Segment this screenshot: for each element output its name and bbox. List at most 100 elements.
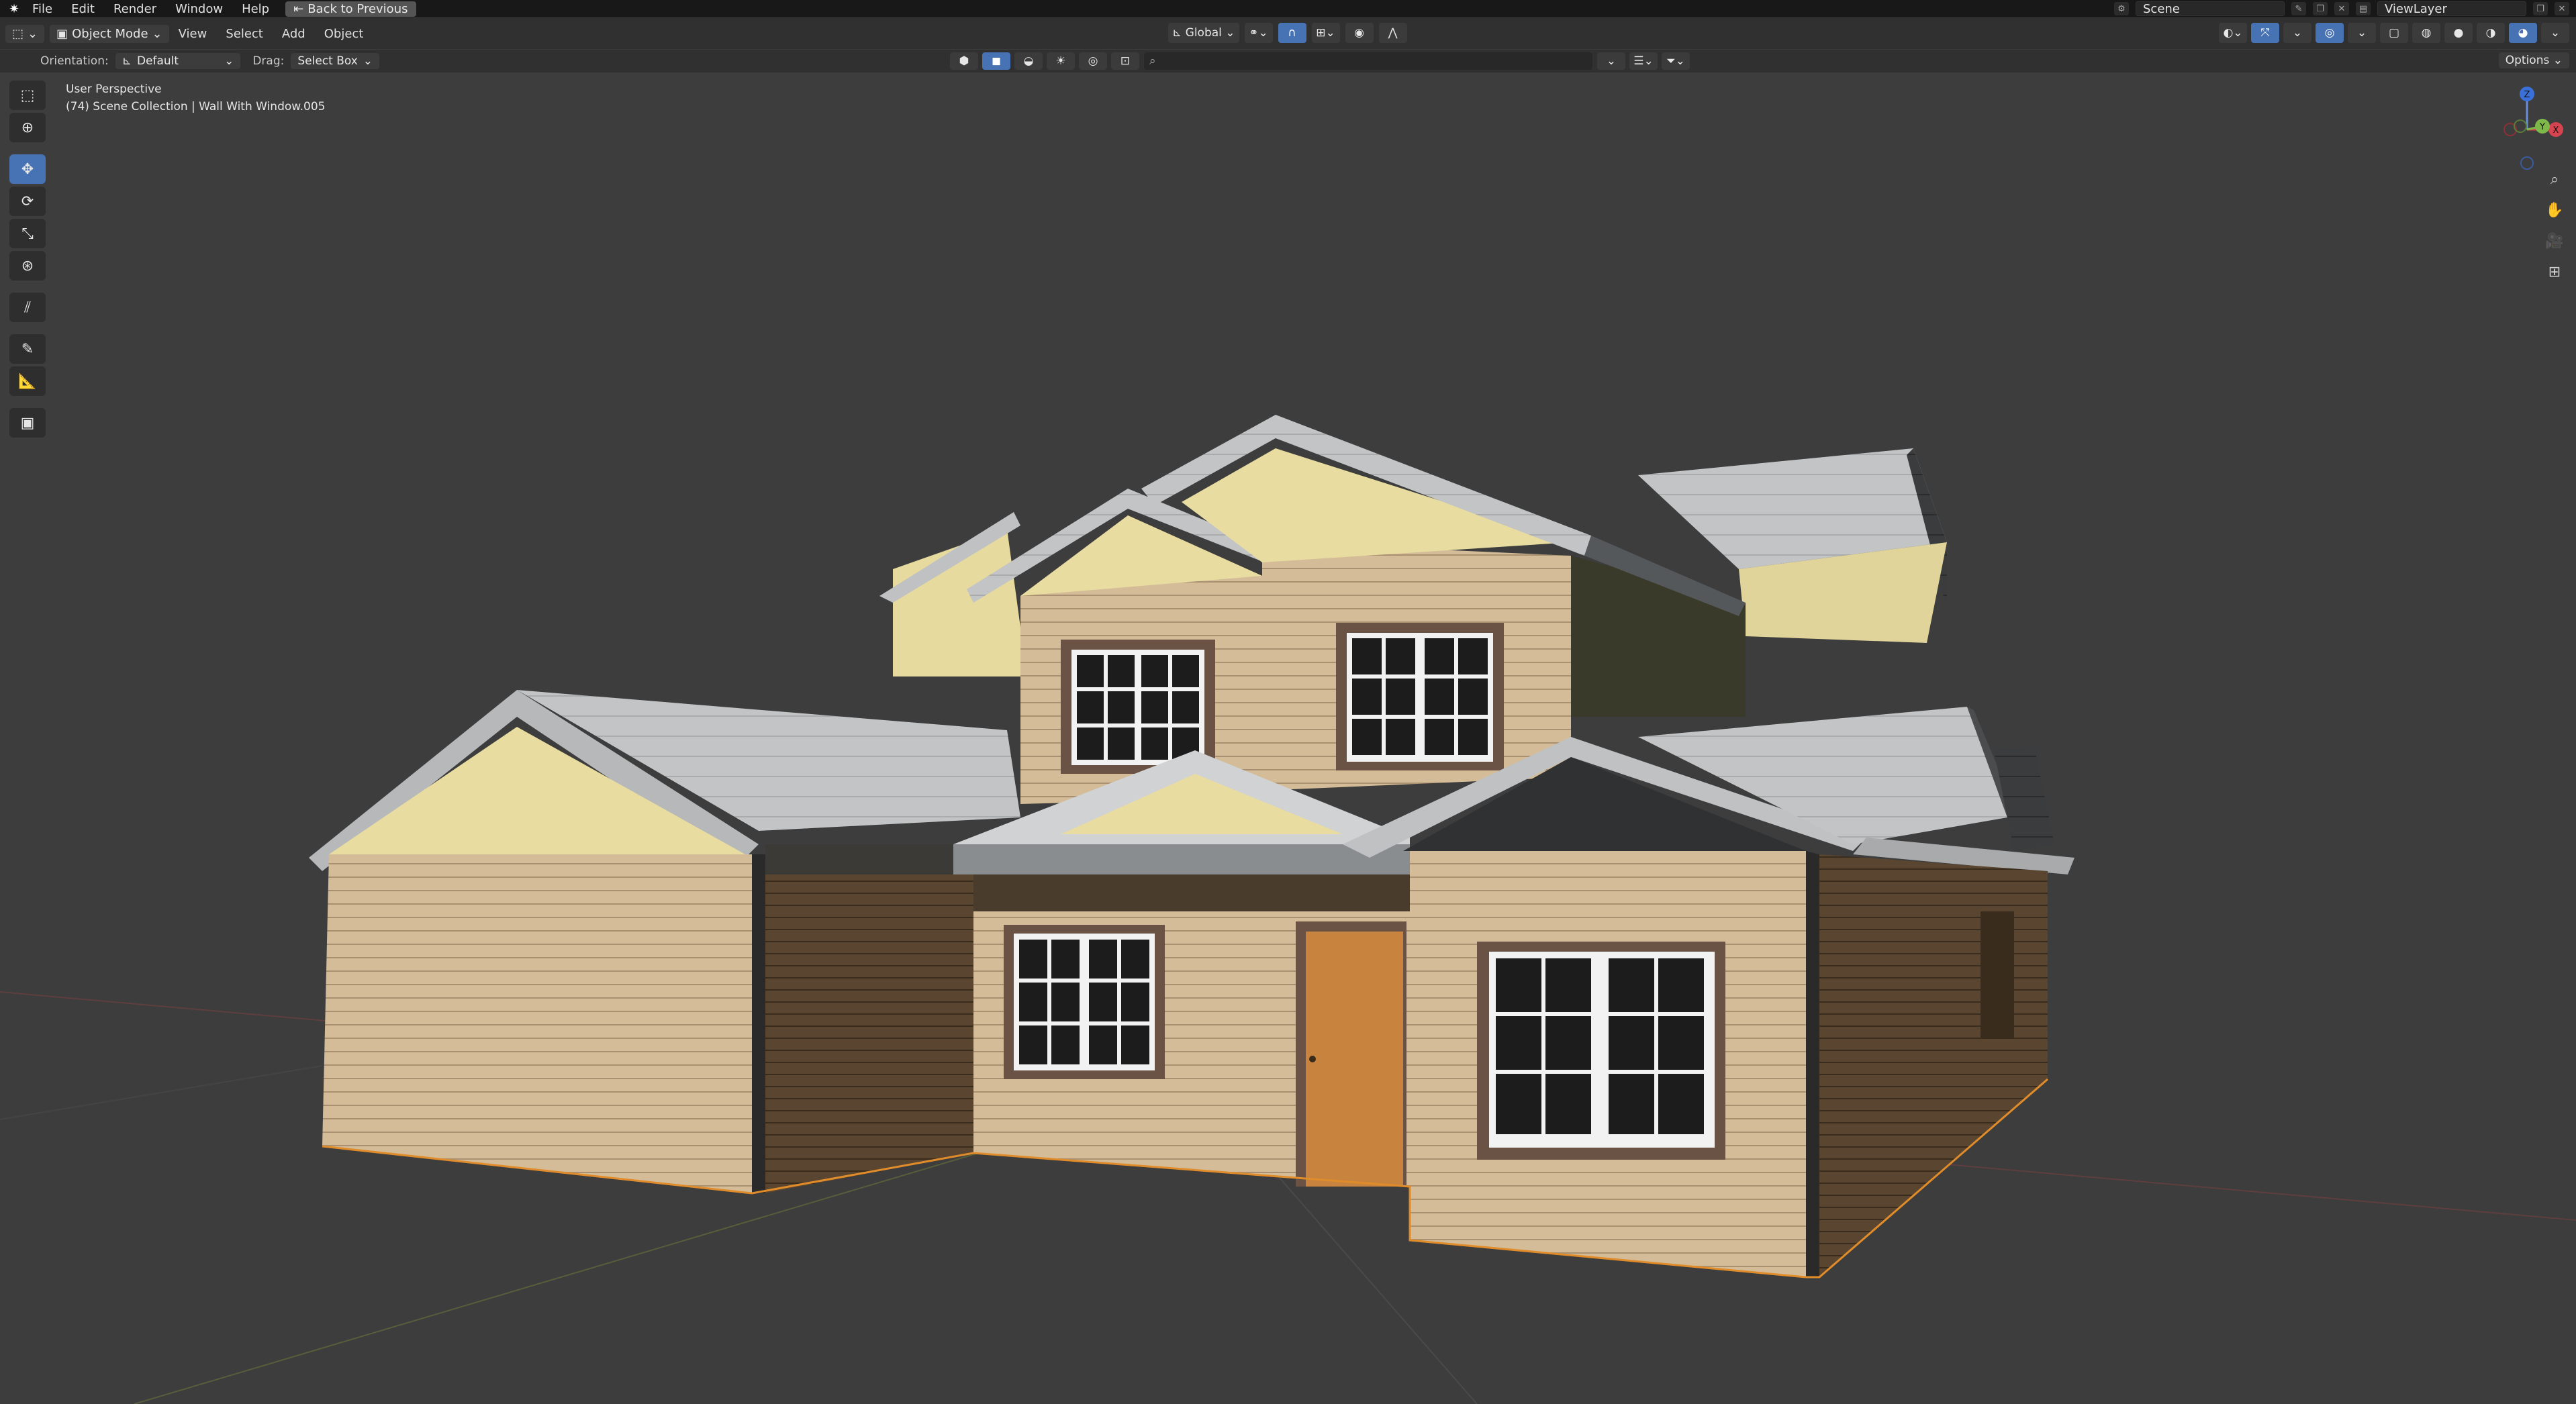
falloff-icon: ⋀ [1388,26,1398,40]
menu-edit[interactable]: Edit [62,2,104,16]
menu-file[interactable]: File [23,2,62,16]
menu-window[interactable]: Window [166,2,232,16]
options-label: Options [2505,54,2550,67]
blender-logo-icon[interactable]: ✷ [5,0,23,17]
eye-icon: ◐ [2223,26,2234,40]
new-view-layer-icon[interactable]: ❐ [2533,2,2548,15]
scale-icon[interactable]: ⤡ [9,219,46,248]
top-bar: ✷ File Edit Render Window Help ⇤ Back to… [0,0,2576,17]
proportional-editing-toggle[interactable]: ◉ [1345,23,1374,43]
chevron-down-icon: ⌄ [363,54,373,68]
porch-fascia [953,844,1410,874]
back-to-previous-label: Back to Previous [307,1,408,16]
transform-orientation-dropdown[interactable]: ⊾ Global ⌄ [1168,23,1239,43]
chevron-down-icon: ⌄ [224,54,234,68]
tool-settings-bar: Orientation: ⊾ Default ⌄ Drag: Select Bo… [0,50,2576,72]
material-shading-button[interactable]: ◑ [2477,23,2505,43]
transform-orientation-label: Global [1185,26,1222,40]
view-layer-field[interactable]: ViewLayer [2377,1,2526,16]
view-layer-icon[interactable]: ▤ [2356,2,2371,15]
menu-help[interactable]: Help [232,2,279,16]
mode-dropdown[interactable]: ▣ Object Mode ⌄ [50,24,169,43]
snap-target-dropdown[interactable]: ⊞ ⌄ [1311,23,1340,43]
options-dropdown[interactable]: Options ⌄ [2498,52,2569,68]
pin-icon[interactable]: ✎ [2291,2,2306,15]
object-types-icon[interactable]: ⬢ [950,52,978,70]
snap-grid-icon: ⊞ [1316,26,1326,40]
menu-add[interactable]: Add [273,27,315,41]
annotate-tool-icon[interactable]: ⫽ [9,293,46,322]
ortho-grid-icon[interactable]: ⊞ [2541,259,2568,285]
orientation-dropdown[interactable]: ⊾ Default ⌄ [115,53,241,69]
grid-line [0,1065,323,1120]
zoom-icon[interactable]: ⌕ [2541,166,2568,192]
back-to-previous-button[interactable]: ⇤ Back to Previous [285,1,416,17]
list-options-icon[interactable]: ☰⌄ [1629,52,1658,70]
new-scene-icon[interactable]: ❐ [2313,2,2328,15]
3d-viewport[interactable]: User Perspective (74) Scene Collection |… [0,72,2576,1404]
gizmo-icon: ⤧ [2260,26,2270,40]
transform-group: ⊾ Global ⌄ ⚭ ⌄ ∩ ⊞ ⌄ ◉ ⋀ [1168,23,1407,43]
scene-icon[interactable]: ⚙ [2114,2,2129,15]
menu-render[interactable]: Render [104,2,166,16]
orientation-axes-icon: ⊾ [1172,26,1182,40]
pan-hand-icon[interactable]: ✋ [2541,197,2568,223]
editor-type-dropdown[interactable]: ⬚ ⌄ [5,24,45,43]
pivot-point-dropdown[interactable]: ⚭ ⌄ [1244,23,1273,43]
filter-dropdown[interactable]: ⌄ [1597,52,1625,70]
overlays-dropdown[interactable]: ⌄ [2348,23,2376,43]
gizmo-dropdown[interactable]: ⌄ [2283,23,2311,43]
search-input[interactable]: ⌕ [1143,52,1593,70]
menu-view[interactable]: View [169,27,217,41]
light-filter-icon[interactable]: ☀ [1047,52,1075,70]
gizmo-toggle[interactable]: ⤧ [2251,23,2279,43]
curve-filter-icon[interactable]: ◒ [1014,52,1043,70]
rotate-icon[interactable]: ⟳ [9,187,46,216]
solid-shading-button[interactable]: ● [2444,23,2473,43]
rendered-shading-button[interactable]: ◕ [2509,23,2537,43]
right-front-corner [1806,851,1819,1277]
menu-object[interactable]: Object [315,27,373,41]
shading-dropdown[interactable]: ⌄ [2541,23,2569,43]
view-name: User Perspective [66,83,162,96]
measure-tool-icon[interactable]: 📐 [9,366,46,396]
menu-select[interactable]: Select [216,27,273,41]
drag-value: Select Box [297,54,358,68]
camera-view-icon[interactable]: 🎥 [2541,228,2568,254]
viewport-header: ⬚ ⌄ ▣ Object Mode ⌄ View Select Add Objec… [0,18,2576,49]
cursor-tool-icon[interactable]: ⊕ [9,113,46,142]
orientation-icon: ⊾ [122,54,132,68]
add-cube-tool-icon[interactable]: ▣ [9,408,46,438]
falloff-dropdown[interactable]: ⋀ [1378,23,1407,43]
y-axis-label: Y [2539,122,2545,132]
rendered-icon: ◕ [2518,26,2528,40]
xray-toggle[interactable]: ▢ [2380,23,2408,43]
delete-view-layer-icon[interactable]: ✕ [2555,2,2569,15]
navigation-gizmo[interactable]: Z X Y [2490,79,2564,173]
center-wall-top [973,874,1410,911]
scene-field[interactable]: Scene [2136,1,2285,16]
x-axis-label: X [2553,126,2559,136]
snap-toggle[interactable]: ∩ [1278,23,1306,43]
visibility-dropdown[interactable]: ◐ ⌄ [2219,23,2247,43]
selectability-group: ⬢ ◼ ◒ ☀ ◎ ⊡ ⌕ ⌄ ☰⌄ ⏷⌄ [950,52,1690,70]
search-icon: ⌕ [1149,54,1156,68]
delete-scene-icon[interactable]: ✕ [2334,2,2349,15]
camera-filter-icon[interactable]: ◎ [1079,52,1107,70]
overlays-toggle[interactable]: ◎ [2316,23,2344,43]
drag-dropdown[interactable]: Select Box ⌄ [291,53,380,69]
mesh-filter-icon[interactable]: ◼ [982,52,1010,70]
move-icon[interactable]: ✥ [9,154,46,184]
select-box-tool-icon[interactable]: ⬚ [9,81,46,110]
orientation-label: Orientation: [40,54,109,68]
pivot-icon: ⚭ [1249,26,1259,40]
wireframe-shading-button[interactable]: ◍ [2412,23,2440,43]
transform-tool-icon[interactable]: ⊛ [9,251,46,281]
draw-tool-icon[interactable]: ✎ [9,334,46,364]
proportional-icon: ◉ [1354,26,1364,40]
side-window [1981,911,2014,1039]
front-door [1306,932,1403,1187]
other-filter-icon[interactable]: ⊡ [1111,52,1139,70]
chevron-down-icon: ⌄ [152,26,162,41]
funnel-icon[interactable]: ⏷⌄ [1662,52,1690,70]
